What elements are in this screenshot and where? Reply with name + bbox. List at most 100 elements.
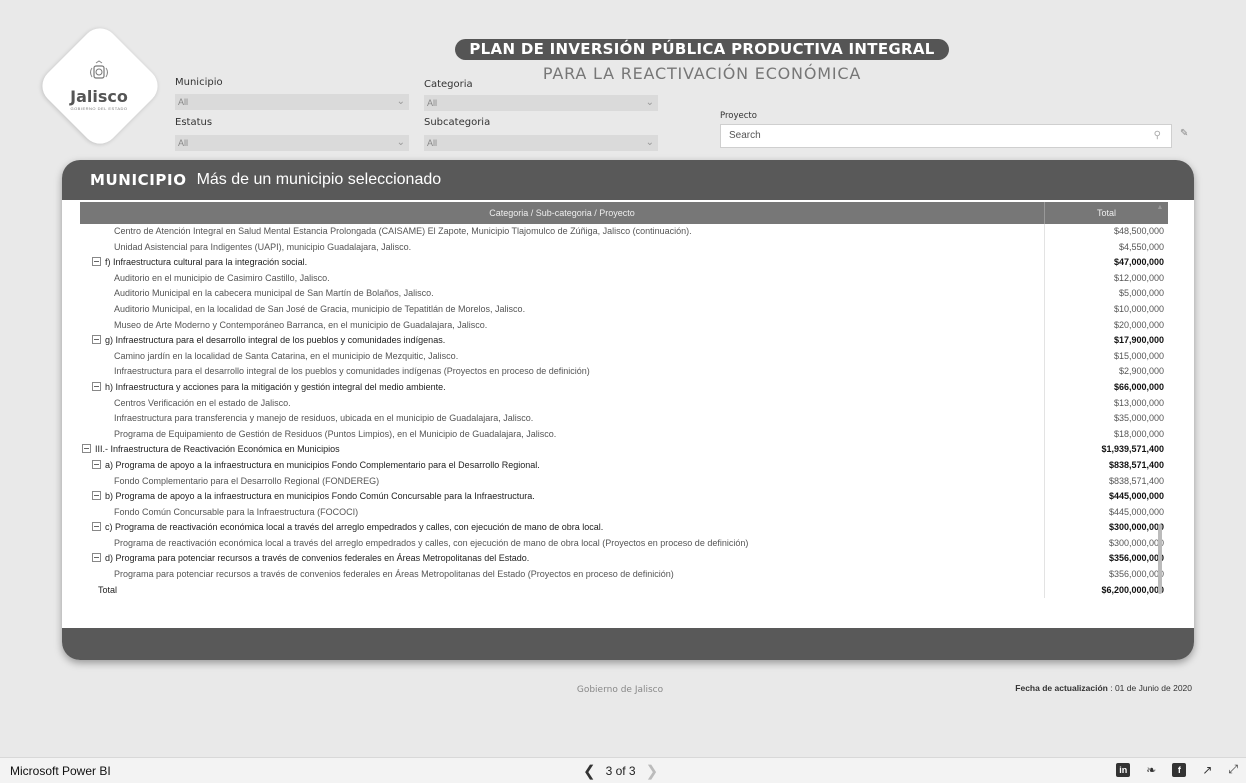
facebook-icon[interactable]: f	[1172, 762, 1187, 777]
previous-page-icon[interactable]: ❮	[583, 762, 596, 780]
next-page-icon[interactable]: ❯	[646, 762, 659, 780]
municipio-dropdown[interactable]: All ⌄	[175, 94, 409, 110]
powerbi-brand-link[interactable]: Microsoft Power BI	[10, 764, 111, 778]
twitter-icon[interactable]: ❧	[1146, 763, 1156, 777]
collapse-icon[interactable]	[92, 553, 101, 563]
collapse-icon[interactable]	[92, 491, 101, 501]
column-header-categoria[interactable]: Categoria / Sub-categoria / Proyecto	[80, 202, 1044, 224]
row-label: Fondo Complementario para el Desarrollo …	[80, 474, 1044, 490]
table-row[interactable]: Auditorio Municipal en la cabecera munic…	[80, 286, 1168, 302]
row-label: Centros Verificación en el estado de Jal…	[80, 396, 1044, 412]
vertical-scrollbar[interactable]: ▲	[1156, 204, 1164, 614]
row-label-text: f) Infraestructura cultural para la inte…	[105, 257, 308, 268]
table-row[interactable]: Auditorio Municipal, en la localidad de …	[80, 301, 1168, 318]
table-row[interactable]: Centro de Atención Integral en Salud Men…	[80, 224, 1168, 240]
table-row[interactable]: Fondo Complementario para el Desarrollo …	[80, 473, 1168, 490]
row-label: Unidad Asistencial para Indigentes (UAPI…	[80, 240, 1044, 256]
page-title: PLAN DE INVERSIÓN PÚBLICA PRODUCTIVA INT…	[455, 39, 949, 60]
table-row[interactable]: Infraestructura para transferencia y man…	[80, 411, 1168, 427]
row-total: $6,200,000,000	[1044, 582, 1168, 599]
row-total: $20,000,000	[1044, 317, 1168, 334]
coat-of-arms-icon	[90, 60, 108, 79]
row-total: $5,000,000	[1044, 286, 1168, 302]
subcategoria-value: All	[427, 138, 438, 148]
collapse-icon[interactable]	[92, 381, 101, 391]
row-label: Camino jardín en la localidad de Santa C…	[80, 349, 1044, 365]
table-row[interactable]: Infraestructura para el desarrollo integ…	[80, 364, 1168, 380]
table-row[interactable]: Programa de reactivación económica local…	[80, 535, 1168, 552]
scrollbar-thumb[interactable]	[1158, 524, 1162, 594]
row-label-text: h) Infraestructura y acciones para la mi…	[105, 381, 446, 392]
row-label-text: Camino jardín en la localidad de Santa C…	[114, 350, 459, 361]
row-label: g) Infraestructura para el desarrollo in…	[80, 333, 1044, 349]
eraser-icon[interactable]: ✎	[1180, 128, 1188, 139]
row-label: Centro de Atención Integral en Salud Men…	[80, 224, 1044, 240]
chevron-down-icon: ⌄	[396, 137, 405, 148]
table-row[interactable]: b) Programa de apoyo a la infraestructur…	[80, 489, 1168, 505]
row-label: Programa de Equipamiento de Gestión de R…	[80, 427, 1044, 443]
table-row[interactable]: g) Infraestructura para el desarrollo in…	[80, 333, 1168, 349]
table-row[interactable]: c) Programa de reactivación económica lo…	[80, 520, 1168, 536]
row-label-text: Centros Verificación en el estado de Jal…	[114, 397, 291, 408]
matrix-table: Categoria / Sub-categoria / Proyecto Tot…	[80, 202, 1168, 599]
panel-header-value: Más de un municipio seleccionado	[196, 171, 442, 188]
table-row[interactable]: Fondo Común Concursable para la Infraest…	[80, 504, 1168, 521]
table-row[interactable]: Programa para potenciar recursos a travé…	[80, 567, 1168, 583]
collapse-icon[interactable]	[92, 335, 101, 345]
table-row[interactable]: Auditorio en el municipio de Casimiro Ca…	[80, 270, 1168, 287]
row-total: $1,939,571,400	[1044, 442, 1168, 458]
row-total: $838,571,400	[1044, 473, 1168, 490]
matrix-panel: MUNICIPIO Más de un municipio selecciona…	[62, 160, 1194, 660]
row-total: $4,550,000	[1044, 239, 1168, 256]
row-label: Auditorio Municipal en la cabecera munic…	[80, 286, 1044, 302]
collapse-icon[interactable]	[92, 257, 101, 267]
panel-header-key: MUNICIPIO	[90, 171, 187, 189]
row-total: $15,000,000	[1044, 348, 1168, 365]
column-header-total[interactable]: Total	[1044, 202, 1168, 224]
table-row[interactable]: Programa de Equipamiento de Gestión de R…	[80, 426, 1168, 443]
collapse-icon[interactable]	[92, 459, 101, 469]
table-row[interactable]: III.- Infraestructura de Reactivación Ec…	[80, 442, 1168, 458]
table-row[interactable]: a) Programa de apoyo a la infraestructur…	[80, 457, 1168, 474]
row-label-text: Infraestructura para el desarrollo integ…	[114, 366, 590, 377]
table-row[interactable]: d) Programa para potenciar recursos a tr…	[80, 551, 1168, 568]
proyecto-search-input[interactable]: Search ⚲	[720, 124, 1172, 148]
subcategoria-dropdown[interactable]: All ⌄	[424, 135, 658, 151]
table-row[interactable]: Museo de Arte Moderno y Contemporáneo Ba…	[80, 317, 1168, 334]
categoria-dropdown[interactable]: All ⌄	[424, 95, 658, 111]
table-row[interactable]: f) Infraestructura cultural para la inte…	[80, 255, 1168, 271]
table-row[interactable]: h) Infraestructura y acciones para la mi…	[80, 379, 1168, 396]
subcategoria-label: Subcategoria	[424, 117, 491, 128]
collapse-icon[interactable]	[92, 522, 101, 532]
table-row[interactable]: Camino jardín en la localidad de Santa C…	[80, 348, 1168, 365]
table-row[interactable]: Unidad Asistencial para Indigentes (UAPI…	[80, 239, 1168, 256]
row-label: f) Infraestructura cultural para la inte…	[80, 255, 1044, 271]
row-label: Programa de reactivación económica local…	[80, 536, 1044, 552]
share-icon[interactable]: ↗	[1202, 763, 1212, 777]
panel-header: MUNICIPIO Más de un municipio selecciona…	[62, 160, 1194, 200]
row-total: $35,000,000	[1044, 411, 1168, 427]
fullscreen-icon[interactable]: ⤢	[1228, 762, 1238, 777]
linkedin-icon[interactable]: in	[1116, 762, 1131, 777]
row-total: $300,000,000	[1044, 520, 1168, 536]
estatus-dropdown[interactable]: All ⌄	[175, 135, 409, 151]
table-row[interactable]: Centros Verificación en el estado de Jal…	[80, 395, 1168, 412]
row-total: $10,000,000	[1044, 301, 1168, 318]
row-label-text: Infraestructura para transferencia y man…	[114, 413, 534, 424]
collapse-icon[interactable]	[82, 444, 91, 454]
categoria-value: All	[427, 98, 438, 108]
table-row[interactable]: Total $6,200,000,000	[80, 582, 1168, 599]
search-icon[interactable]: ⚲	[1154, 125, 1161, 147]
update-date-label: Fecha de actualización	[1015, 683, 1108, 693]
report-canvas: Jalisco GOBIERNO DEL ESTADO PLAN DE INVE…	[0, 0, 1246, 757]
row-total: $18,000,000	[1044, 426, 1168, 443]
logo-subtitle: GOBIERNO DEL ESTADO	[70, 106, 128, 111]
page-subtitle: PARA LA REACTIVACIÓN ECONÓMICA	[542, 64, 862, 83]
row-total: $2,900,000	[1044, 364, 1168, 380]
row-total: $17,900,000	[1044, 333, 1168, 349]
scroll-up-icon[interactable]: ▲	[1156, 204, 1164, 211]
logo-name: Jalisco	[70, 87, 128, 106]
row-label: Auditorio en el municipio de Casimiro Ca…	[80, 271, 1044, 287]
row-total: $356,000,000	[1044, 567, 1168, 583]
municipio-label: Municipio	[175, 77, 223, 88]
